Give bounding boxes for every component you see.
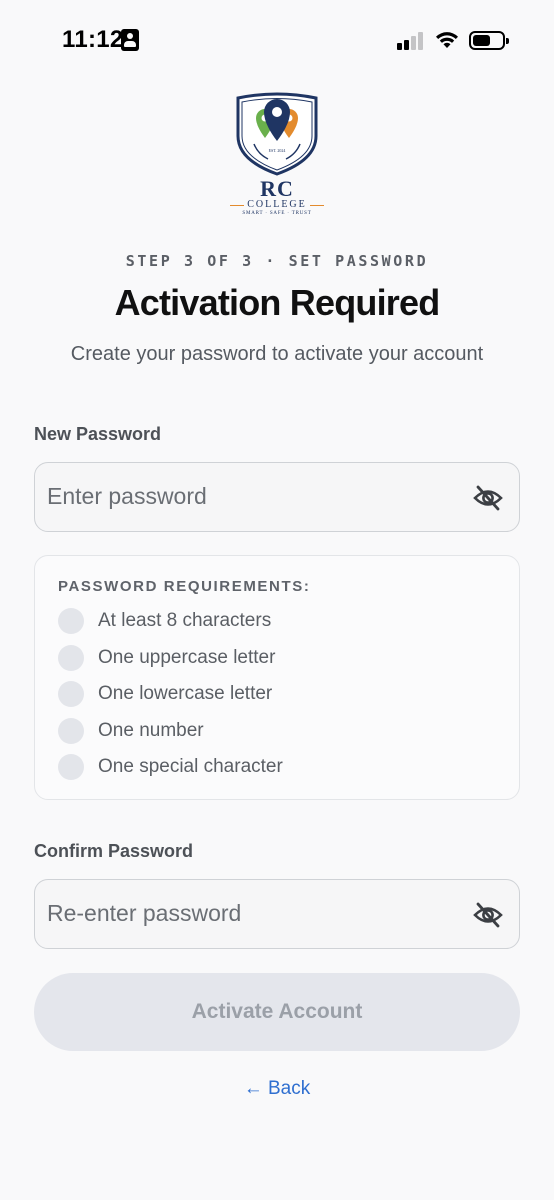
back-link[interactable]: ← Back [244, 1078, 311, 1099]
logo-divider-right [310, 205, 324, 206]
battery-icon [469, 31, 509, 50]
confirm-password-label: Confirm Password [34, 841, 194, 861]
requirement-status-icon [58, 645, 84, 671]
cellular-signal-icon [397, 32, 425, 50]
requirement-status-icon [58, 718, 84, 744]
logo-tagline: SMART · SAFE · TRUST [242, 211, 312, 216]
step-indicator: STEP 3 OF 3 · SET PASSWORD [125, 252, 429, 270]
requirement-text: One special character [98, 756, 283, 777]
page-subtitle: Create your password to activate your ac… [70, 343, 484, 365]
contact-badge-icon [121, 29, 139, 51]
confirm-password-field[interactable] [34, 879, 520, 949]
requirement-text: One number [98, 720, 204, 741]
eye-off-icon[interactable] [473, 485, 503, 511]
college-logo: EST. 2024 RC COLLEGE SMART · SAFE · TRUS… [226, 92, 328, 222]
shield-emblem-icon: EST. 2024 [236, 92, 318, 176]
new-password-field[interactable] [34, 462, 520, 532]
requirement-status-icon [58, 681, 84, 707]
password-requirements-panel: PASSWORD REQUIREMENTS: At least 8 charac… [34, 555, 520, 800]
requirement-text: One uppercase letter [98, 647, 276, 668]
wifi-icon [436, 32, 458, 48]
status-time: 11:12 [62, 26, 124, 53]
requirement-text: One lowercase letter [98, 683, 273, 704]
new-password-input[interactable] [47, 463, 447, 530]
confirm-password-input[interactable] [47, 880, 447, 947]
requirement-status-icon [58, 608, 84, 634]
status-bar: 11:12 [0, 0, 554, 80]
new-password-label: New Password [34, 424, 162, 444]
requirement-status-icon [58, 754, 84, 780]
activate-account-button[interactable]: Activate Account [34, 973, 520, 1051]
requirement-text: At least 8 characters [98, 610, 272, 631]
logo-est: EST. 2024 [269, 148, 286, 153]
eye-off-icon[interactable] [473, 902, 503, 928]
requirements-title: PASSWORD REQUIREMENTS: [58, 578, 311, 595]
back-link-row: ← Back [0, 1078, 554, 1100]
page-title: Activation Required [114, 282, 441, 323]
